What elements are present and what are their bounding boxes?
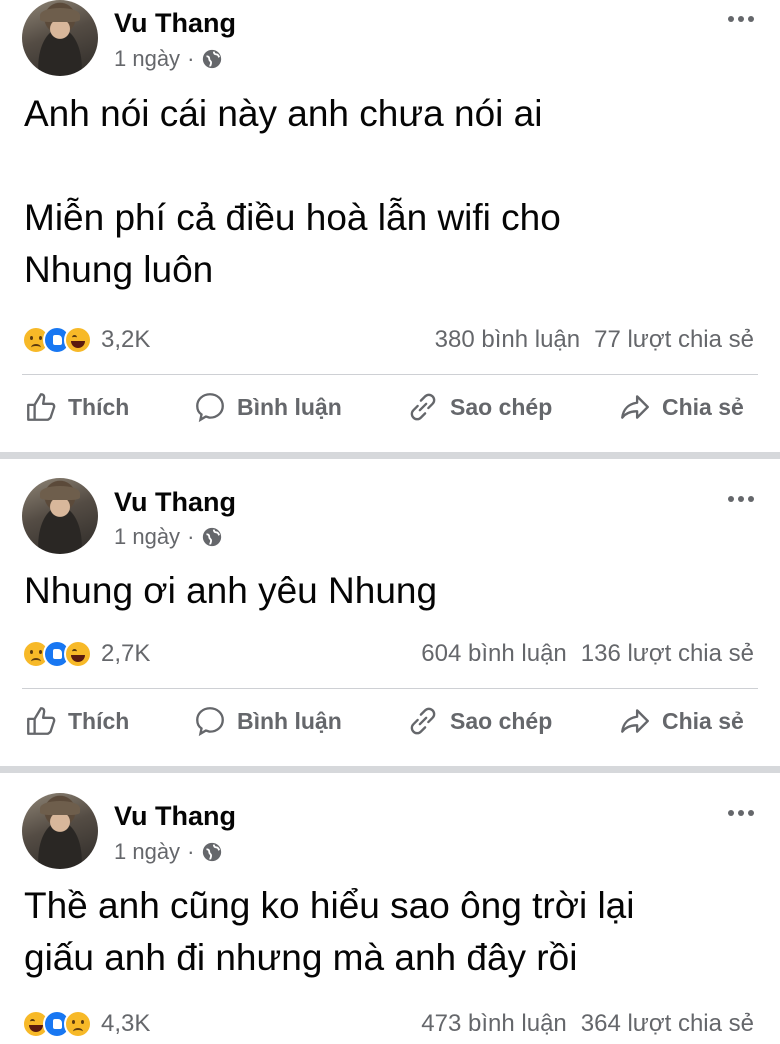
like-label: Thích: [68, 393, 130, 420]
haha-reaction-icon: [64, 640, 92, 668]
comment-count[interactable]: 604 bình luận: [421, 640, 566, 668]
author-name[interactable]: Vu Thang: [114, 8, 236, 39]
share-button[interactable]: Chia sẻ: [618, 390, 744, 424]
reactions-summary[interactable]: 2,7K: [22, 640, 150, 668]
post-time[interactable]: 1 ngày: [114, 524, 180, 550]
post-3: Vu Thang 1 ngày · Thề anh cũng ko hiểu s…: [0, 773, 780, 1044]
sad-reaction-icon: [64, 1010, 92, 1038]
more-options-icon[interactable]: [728, 810, 754, 816]
meta-dot: ·: [187, 839, 195, 864]
share-button[interactable]: Chia sẻ: [618, 704, 744, 738]
comment-button[interactable]: Bình luận: [193, 704, 342, 738]
post-text: Thề anh cũng ko hiểu sao ông trời lại gi…: [24, 885, 635, 978]
meta-dot: ·: [187, 46, 195, 71]
comment-label: Bình luận: [237, 707, 342, 734]
copy-button[interactable]: Sao chép: [406, 390, 552, 424]
copy-link-icon: [410, 707, 436, 735]
post-separator: [0, 766, 780, 773]
author-name[interactable]: Vu Thang: [114, 487, 236, 518]
action-bar: Thích Bình luận Sao chép Chia sẻ: [0, 704, 780, 748]
like-button[interactable]: Thích: [24, 390, 129, 424]
share-icon: [621, 395, 649, 419]
share-count[interactable]: 77 lượt chia sẻ: [594, 326, 754, 354]
comment-label: Bình luận: [237, 393, 342, 420]
like-icon: [27, 707, 56, 735]
post-1: Vu Thang 1 ngày · Anh nói cái này anh ch…: [0, 0, 780, 452]
divider: [22, 688, 758, 689]
post-separator: [0, 452, 780, 459]
reactions-summary[interactable]: 3,2K: [22, 326, 150, 354]
comment-icon: [196, 707, 224, 737]
share-icon: [621, 709, 649, 733]
share-label: Chia sẻ: [662, 707, 744, 734]
share-label: Chia sẻ: [662, 393, 744, 420]
post-text: Anh nói cái này anh chưa nói ai Miễn phí…: [24, 93, 561, 290]
author-name[interactable]: Vu Thang: [114, 801, 236, 832]
post-time[interactable]: 1 ngày: [114, 46, 180, 72]
comment-icon: [196, 393, 224, 423]
comment-count[interactable]: 473 bình luận: [421, 1010, 566, 1038]
post-text: Nhung ơi anh yêu Nhung: [24, 570, 438, 611]
like-label: Thích: [68, 707, 130, 734]
reactions-summary[interactable]: 4,3K: [22, 1010, 150, 1038]
more-options-icon[interactable]: [728, 496, 754, 502]
copy-link-icon: [410, 393, 436, 421]
more-options-icon[interactable]: [728, 16, 754, 22]
action-bar: Thích Bình luận Sao chép Chia sẻ: [0, 390, 780, 434]
avatar[interactable]: [22, 478, 98, 554]
post-meta: 1 ngày ·: [114, 524, 223, 550]
reaction-count: 3,2K: [101, 326, 151, 353]
avatar[interactable]: [22, 0, 98, 76]
globe-icon: [203, 527, 222, 547]
post-stats: 473 bình luận 364 lượt chia sẻ: [421, 1010, 754, 1038]
post-meta: 1 ngày ·: [114, 839, 223, 865]
globe-icon: [203, 49, 222, 69]
post-stats: 380 bình luận 77 lượt chia sẻ: [435, 326, 754, 354]
comment-button[interactable]: Bình luận: [193, 390, 342, 424]
divider: [22, 374, 758, 375]
like-icon: [27, 393, 56, 421]
reaction-count: 4,3K: [101, 1010, 151, 1037]
post-time[interactable]: 1 ngày: [114, 839, 180, 865]
avatar[interactable]: [22, 793, 98, 869]
post-stats: 604 bình luận 136 lượt chia sẻ: [421, 640, 754, 668]
reaction-count: 2,7K: [101, 640, 151, 667]
share-count[interactable]: 364 lượt chia sẻ: [581, 1010, 754, 1038]
meta-dot: ·: [187, 524, 195, 549]
copy-label: Sao chép: [450, 707, 553, 734]
like-button[interactable]: Thích: [24, 704, 129, 738]
copy-label: Sao chép: [450, 393, 553, 420]
post-2: Vu Thang 1 ngày · Nhung ơi anh yêu Nhung…: [0, 459, 780, 766]
copy-button[interactable]: Sao chép: [406, 704, 552, 738]
globe-icon: [203, 842, 222, 862]
post-meta: 1 ngày ·: [114, 46, 223, 72]
share-count[interactable]: 136 lượt chia sẻ: [581, 640, 754, 668]
comment-count[interactable]: 380 bình luận: [435, 326, 580, 354]
haha-reaction-icon: [64, 326, 92, 354]
